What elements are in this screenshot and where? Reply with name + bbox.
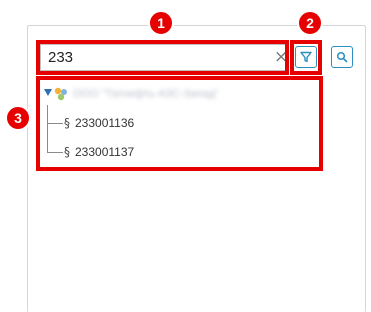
callout-badge-1: 1 (148, 10, 174, 36)
search-icon (336, 51, 348, 63)
callout-badge-2: 2 (297, 10, 323, 36)
callout-badge-3: 3 (5, 105, 31, 131)
highlight-box-tree (36, 76, 323, 171)
highlight-box-search (36, 40, 289, 75)
search-button[interactable] (331, 46, 353, 68)
highlight-box-filter (290, 40, 322, 75)
